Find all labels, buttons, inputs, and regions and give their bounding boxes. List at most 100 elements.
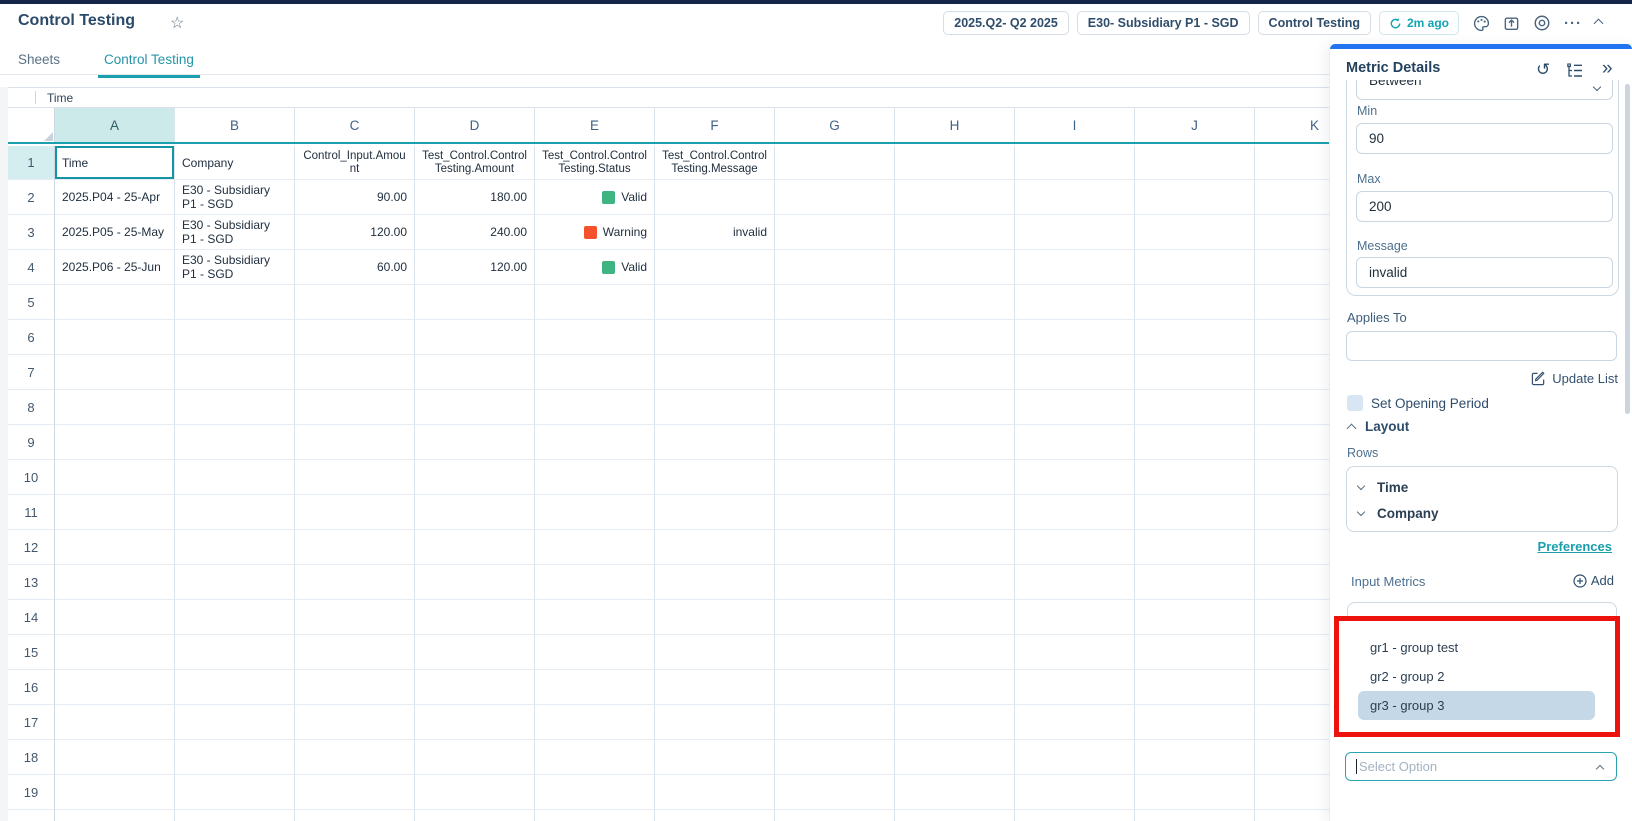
grid-cell[interactable] bbox=[1015, 635, 1135, 670]
row-number[interactable]: 10 bbox=[8, 460, 55, 495]
grid-cell[interactable] bbox=[175, 285, 295, 320]
min-field[interactable]: 90 bbox=[1356, 123, 1613, 154]
grid-cell[interactable] bbox=[775, 355, 895, 390]
palette-icon[interactable] bbox=[1473, 15, 1490, 32]
grid-cell[interactable] bbox=[775, 740, 895, 775]
column-header-b[interactable]: B bbox=[175, 108, 295, 142]
cell-time[interactable]: 2025.P05 - 25-May bbox=[55, 215, 175, 250]
grid-cell[interactable] bbox=[55, 285, 175, 320]
row-number[interactable]: 2 bbox=[8, 180, 55, 215]
grid-cell[interactable] bbox=[295, 775, 415, 810]
grid-cell[interactable] bbox=[175, 390, 295, 425]
row-number[interactable]: 12 bbox=[8, 530, 55, 565]
grid-cell[interactable] bbox=[1135, 320, 1255, 355]
column-header-d[interactable]: D bbox=[415, 108, 535, 142]
grid-cell[interactable] bbox=[535, 355, 655, 390]
cell-status[interactable]: Valid bbox=[535, 250, 655, 285]
grid-cell[interactable] bbox=[535, 425, 655, 460]
grid-cell[interactable] bbox=[1015, 775, 1135, 810]
column-header-i[interactable]: I bbox=[1015, 108, 1135, 142]
collapse-header-icon[interactable] bbox=[1594, 18, 1604, 28]
grid-cell[interactable] bbox=[1135, 250, 1255, 285]
grid-cell[interactable] bbox=[655, 530, 775, 565]
grid-cell[interactable] bbox=[1135, 425, 1255, 460]
grid-cell[interactable] bbox=[1015, 215, 1135, 250]
grid-cell[interactable] bbox=[295, 670, 415, 705]
grid-cell[interactable] bbox=[295, 530, 415, 565]
cell-company[interactable]: E30 - Subsidiary P1 - SGD bbox=[175, 180, 295, 215]
grid-cell[interactable] bbox=[775, 320, 895, 355]
cell-e1[interactable]: Test_Control.Control Testing.Status bbox=[535, 146, 655, 180]
grid-cell[interactable] bbox=[295, 355, 415, 390]
grid-cell[interactable] bbox=[1135, 390, 1255, 425]
grid-cell[interactable] bbox=[295, 635, 415, 670]
axis-dimension-label[interactable]: Time bbox=[47, 91, 73, 105]
grid-cell[interactable] bbox=[415, 635, 535, 670]
grid-cell[interactable] bbox=[1015, 530, 1135, 565]
grid-cell[interactable] bbox=[415, 670, 535, 705]
grid-cell[interactable] bbox=[655, 425, 775, 460]
grid-cell[interactable] bbox=[1015, 146, 1135, 180]
row-number[interactable]: 13 bbox=[8, 565, 55, 600]
grid-cell[interactable] bbox=[655, 285, 775, 320]
grid-cell[interactable] bbox=[535, 670, 655, 705]
cell-message[interactable]: invalid bbox=[655, 215, 775, 250]
grid-cell[interactable] bbox=[775, 425, 895, 460]
grid-cell[interactable] bbox=[1015, 250, 1135, 285]
add-metric-button[interactable]: Add bbox=[1573, 573, 1614, 588]
grid-cell[interactable] bbox=[895, 495, 1015, 530]
grid-cell[interactable] bbox=[415, 355, 535, 390]
grid-cell[interactable] bbox=[655, 565, 775, 600]
grid-cell[interactable] bbox=[175, 810, 295, 821]
grid-cell[interactable] bbox=[535, 565, 655, 600]
grid-cell[interactable] bbox=[775, 810, 895, 821]
favorite-star-icon[interactable]: ☆ bbox=[170, 13, 184, 33]
column-header-c[interactable]: C bbox=[295, 108, 415, 142]
grid-cell[interactable] bbox=[655, 740, 775, 775]
preferences-link[interactable]: Preferences bbox=[1538, 539, 1612, 554]
grid-cell[interactable] bbox=[535, 810, 655, 821]
row-number[interactable]: 15 bbox=[8, 635, 55, 670]
grid-cell[interactable] bbox=[775, 530, 895, 565]
row-number[interactable]: 16 bbox=[8, 670, 55, 705]
grid-cell[interactable] bbox=[55, 635, 175, 670]
grid-cell[interactable] bbox=[1135, 285, 1255, 320]
grid-cell[interactable] bbox=[175, 705, 295, 740]
grid-cell[interactable] bbox=[535, 600, 655, 635]
select-option-combobox[interactable]: Select Option bbox=[1345, 752, 1617, 781]
grid-cell[interactable] bbox=[1015, 425, 1135, 460]
row-number[interactable]: 6 bbox=[8, 320, 55, 355]
grid-cell[interactable] bbox=[55, 670, 175, 705]
grid-cell[interactable] bbox=[775, 146, 895, 180]
grid-cell[interactable] bbox=[415, 390, 535, 425]
grid-cell[interactable] bbox=[775, 565, 895, 600]
grid-cell[interactable] bbox=[295, 390, 415, 425]
grid-cell[interactable] bbox=[1015, 740, 1135, 775]
grid-cell[interactable] bbox=[55, 425, 175, 460]
refresh-status-badge[interactable]: 2m ago bbox=[1379, 11, 1459, 35]
grid-cell[interactable] bbox=[895, 320, 1015, 355]
grid-cell[interactable] bbox=[175, 600, 295, 635]
cell-input-amount[interactable]: 90.00 bbox=[295, 180, 415, 215]
grid-cell[interactable] bbox=[775, 250, 895, 285]
grid-cell[interactable] bbox=[775, 390, 895, 425]
grid-cell[interactable] bbox=[55, 600, 175, 635]
row-number[interactable]: 19 bbox=[8, 775, 55, 810]
context-chip-entity[interactable]: E30- Subsidiary P1 - SGD bbox=[1077, 11, 1250, 35]
grid-cell[interactable] bbox=[1135, 530, 1255, 565]
cell-f1[interactable]: Test_Control.Control Testing.Message bbox=[655, 146, 775, 180]
grid-cell[interactable] bbox=[55, 530, 175, 565]
grid-cell[interactable] bbox=[655, 320, 775, 355]
grid-cell[interactable] bbox=[655, 775, 775, 810]
grid-cell[interactable] bbox=[655, 460, 775, 495]
grid-cell[interactable] bbox=[415, 460, 535, 495]
hierarchy-icon[interactable] bbox=[1566, 63, 1584, 79]
cell-testing-amount[interactable]: 240.00 bbox=[415, 215, 535, 250]
grid-cell[interactable] bbox=[775, 495, 895, 530]
grid-cell[interactable] bbox=[1015, 320, 1135, 355]
row-number[interactable]: 14 bbox=[8, 600, 55, 635]
grid-cell[interactable] bbox=[1015, 390, 1135, 425]
cell-status[interactable]: Warning bbox=[535, 215, 655, 250]
grid-cell[interactable] bbox=[55, 565, 175, 600]
grid-cell[interactable] bbox=[535, 390, 655, 425]
